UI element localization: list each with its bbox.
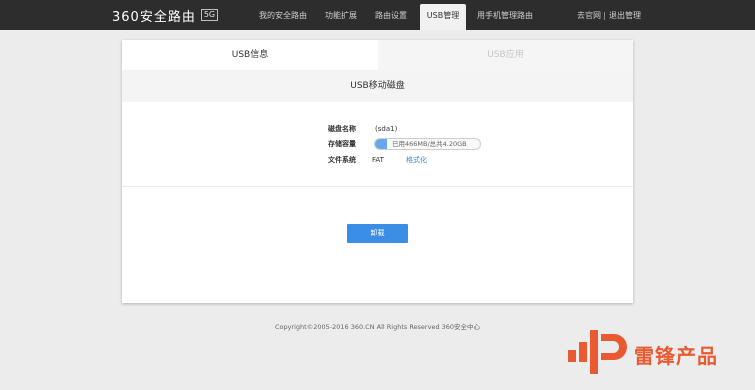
logout-link[interactable]: 退出管理 [609,0,641,32]
usb-tabs: USB信息 USB应用 [122,40,633,70]
logo-5g-badge: 5G [200,9,219,21]
watermark-text: 雷锋产品 [634,344,718,368]
capacity-row: 存储容量 已用466MB/总共4.20GB [122,137,633,151]
unmount-button[interactable]: 卸载 [347,224,408,243]
capacity-usage-bar: 已用466MB/总共4.20GB [374,138,481,150]
capacity-usage-fill [375,139,387,149]
watermark-emblem-icon [568,330,627,374]
section-title: USB移动磁盘 [122,70,633,102]
filesystem-label: 文件系统 [328,156,356,164]
disk-name-row: 磁盘名称 (sda1) [122,122,633,136]
top-navigation-bar: 360安全路由 5G 我的安全路由 功能扩展 路由设置 USB管理 用手机管理路… [0,0,755,30]
logo-text: 360安全路由 [112,9,196,25]
nav-mobile-management[interactable]: 用手机管理路由 [474,0,536,30]
official-site-link[interactable]: 去官网 [577,0,601,32]
section-divider [122,186,633,187]
nav-usb-management[interactable]: USB管理 [420,4,466,30]
filesystem-value: FAT [372,156,384,164]
link-separator [604,12,605,20]
nav-extensions[interactable]: 功能扩展 [318,0,364,30]
tab-usb-apps[interactable]: USB应用 [378,40,633,70]
usb-panel: USB信息 USB应用 USB移动磁盘 磁盘名称 (sda1) 存储容量 已用4… [122,40,633,303]
capacity-label: 存储容量 [328,140,356,148]
capacity-usage-text: 已用466MB/总共4.20GB [392,140,467,148]
logo[interactable]: 360安全路由 5G [112,7,219,25]
filesystem-row: 文件系统 FAT 格式化 [122,153,633,167]
watermark-logo: 雷锋产品 [566,328,746,378]
nav-router-settings[interactable]: 路由设置 [368,0,414,30]
format-link[interactable]: 格式化 [406,153,427,167]
disk-name-label: 磁盘名称 [328,125,356,133]
disk-name-value: (sda1) [375,125,398,133]
nav-my-router[interactable]: 我的安全路由 [252,0,314,30]
tab-usb-info[interactable]: USB信息 [122,40,378,70]
